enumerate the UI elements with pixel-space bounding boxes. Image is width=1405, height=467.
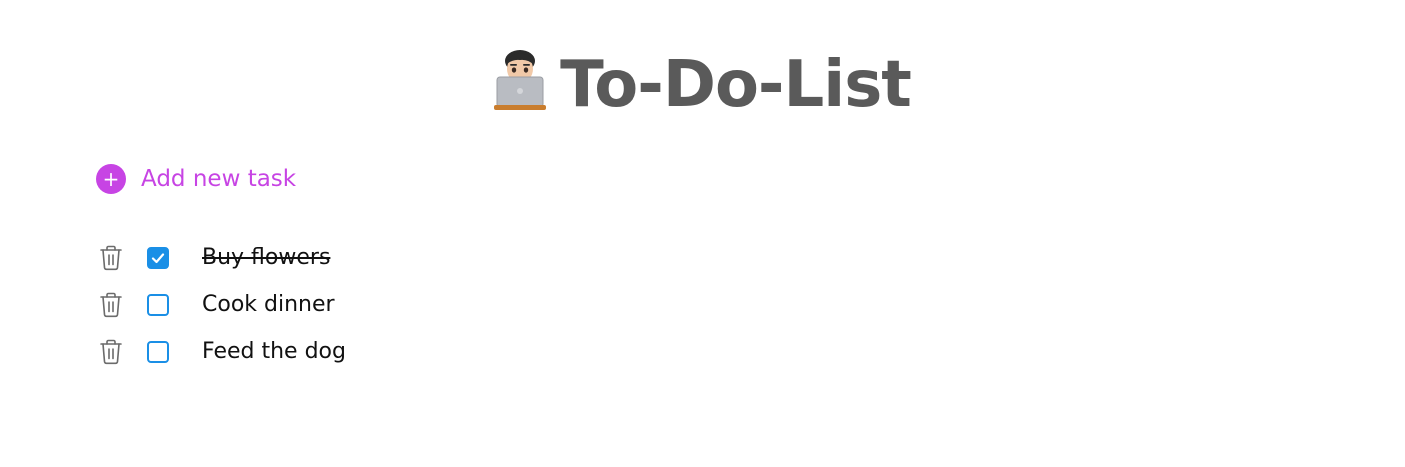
memoji-laptop-icon <box>494 50 547 110</box>
trash-icon[interactable] <box>96 337 126 367</box>
trash-icon[interactable] <box>96 243 126 273</box>
task-row: Cook dinner <box>96 281 346 328</box>
task-list: Buy flowers Cook dinner Feed the dog <box>96 234 346 375</box>
task-row: Buy flowers <box>96 234 346 281</box>
task-checkbox-checked[interactable] <box>147 246 169 269</box>
add-task-button[interactable]: + Add new task <box>96 164 296 194</box>
task-row: Feed the dog <box>96 328 346 375</box>
plus-circle-icon[interactable]: + <box>96 164 126 194</box>
trash-icon[interactable] <box>96 290 126 320</box>
task-checkbox[interactable] <box>147 293 169 316</box>
header: To-Do-List <box>0 40 1405 130</box>
task-text[interactable]: Cook dinner <box>202 292 335 317</box>
task-text[interactable]: Buy flowers <box>202 245 330 270</box>
task-checkbox[interactable] <box>147 340 169 363</box>
add-task-label[interactable]: Add new task <box>141 166 296 192</box>
checkmark-icon <box>151 252 165 264</box>
task-text[interactable]: Feed the dog <box>202 339 346 364</box>
page-title: To-Do-List <box>560 48 912 122</box>
todo-app: To-Do-List + Add new task Buy flowers Coo… <box>0 0 1405 467</box>
